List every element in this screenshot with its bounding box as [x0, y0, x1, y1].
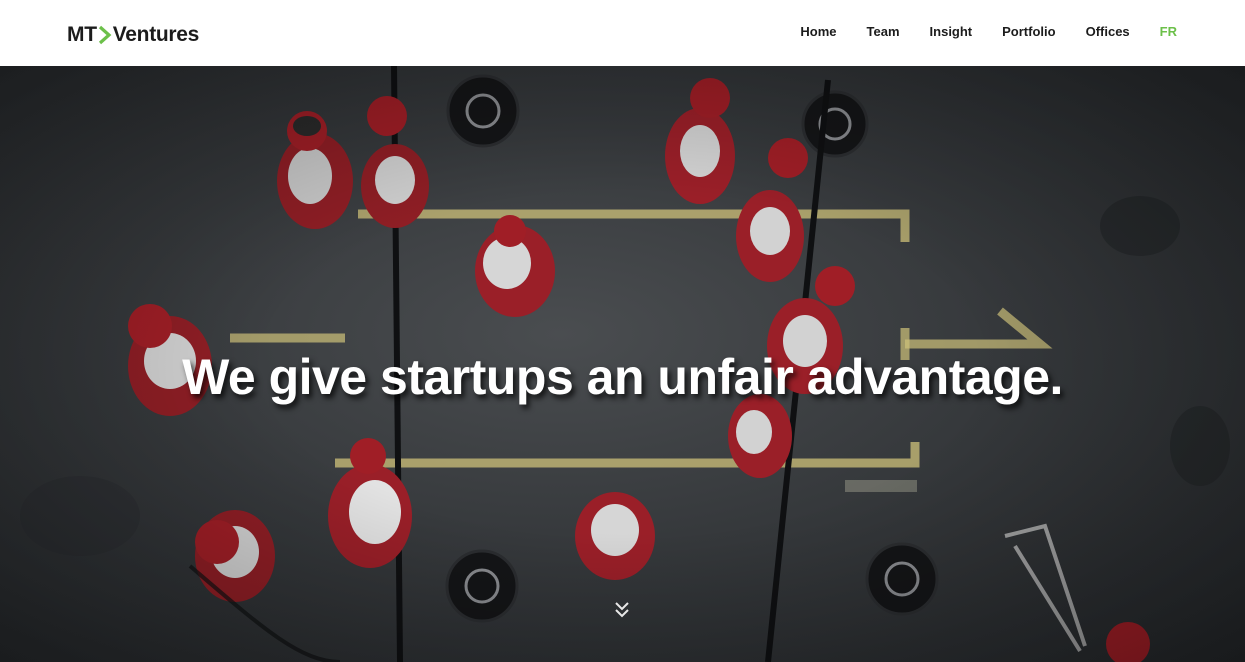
nav-language-fr[interactable]: FR	[1160, 24, 1177, 39]
logo-text-ventures: Ventures	[112, 23, 200, 46]
nav-home[interactable]: Home	[800, 24, 836, 39]
nav-team[interactable]: Team	[867, 24, 900, 39]
nav-portfolio[interactable]: Portfolio	[1002, 24, 1055, 39]
logo[interactable]: MT Ventures	[67, 22, 199, 48]
site-header: MT Ventures Home Team Insight Portfolio …	[0, 0, 1245, 66]
hero-headline: We give startups an unfair advantage.	[182, 349, 1063, 405]
nav-offices[interactable]: Offices	[1086, 24, 1130, 39]
double-chevron-down-icon[interactable]	[612, 600, 632, 620]
main-nav: Home Team Insight Portfolio Offices FR	[800, 24, 1177, 39]
logo-chevron-icon	[98, 25, 112, 45]
logo-text-mt: MT	[67, 23, 97, 46]
nav-insight[interactable]: Insight	[930, 24, 973, 39]
hero-section: We give startups an unfair advantage.	[0, 66, 1245, 662]
